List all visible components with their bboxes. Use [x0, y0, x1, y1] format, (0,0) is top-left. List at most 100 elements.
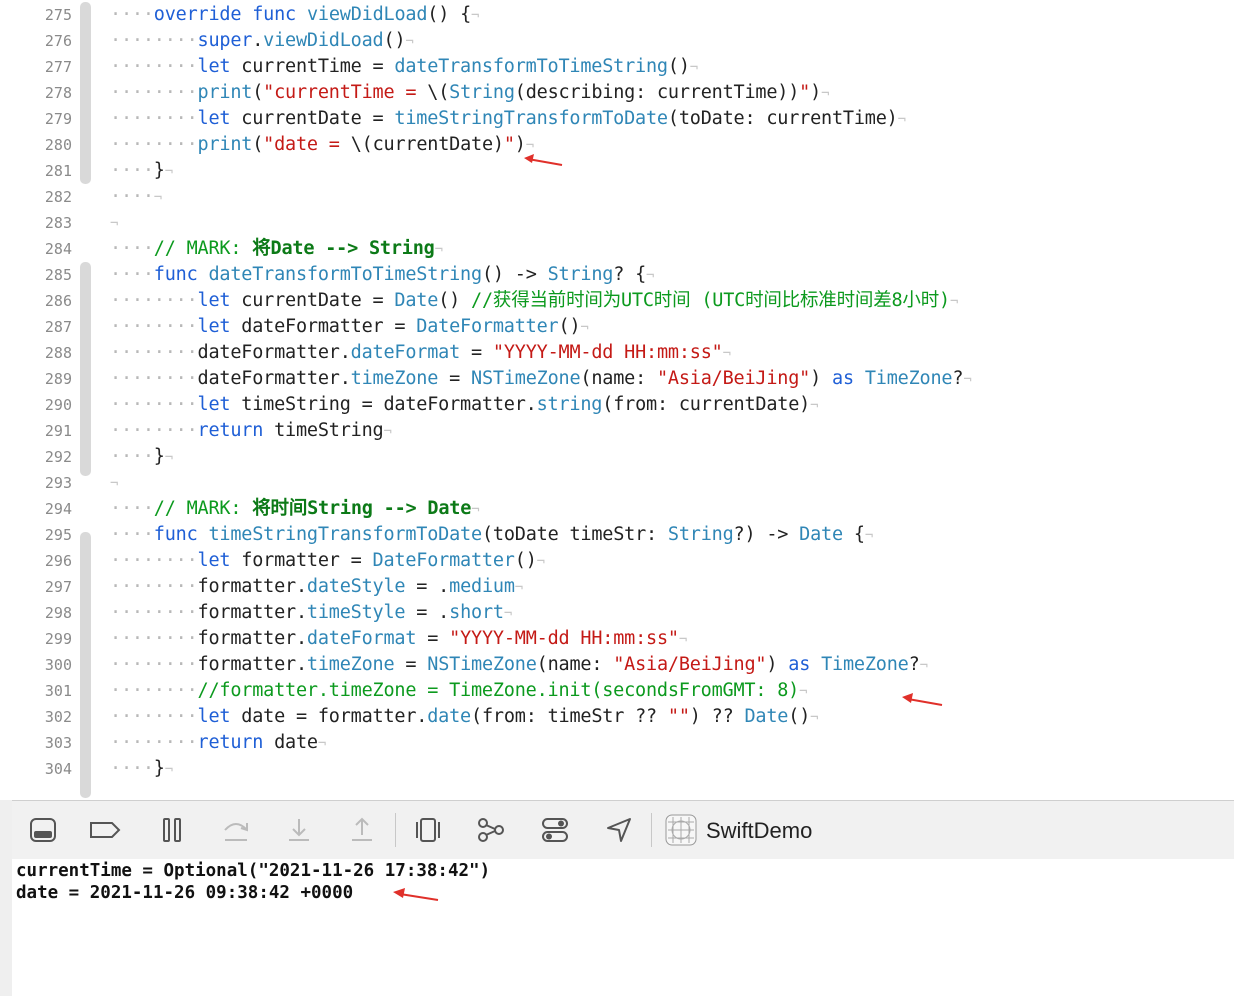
code-token: "date =	[263, 134, 351, 155]
line-number: 286	[44, 292, 72, 310]
code-token: ········	[110, 30, 198, 51]
code-token: ········	[110, 680, 198, 701]
code-token: String	[667, 524, 734, 545]
code-line[interactable]: 302 ········let date = formatter.date(fro…	[0, 704, 1234, 730]
code-token: ········	[110, 654, 198, 675]
code-line[interactable]: 286 ········let currentDate = Date() //获得…	[0, 288, 1234, 314]
annotation-arrow	[393, 888, 439, 901]
code-line[interactable]: 281 ····}¬	[0, 158, 1234, 184]
code-text: ····¬	[110, 184, 162, 211]
code-token: currentTime =	[230, 56, 395, 77]
code-line[interactable]: 287 ········let dateFormatter = DateForma…	[0, 314, 1234, 340]
code-line[interactable]: 299 ········formatter.dateFormat = "YYYY-…	[0, 626, 1234, 652]
code-line[interactable]: 290 ········let timeString = dateFormatte…	[0, 392, 1234, 418]
code-token: = .	[405, 576, 450, 597]
code-line[interactable]: 294 ····// MARK: 将时间String --> Date¬	[0, 496, 1234, 522]
code-token: ? {	[613, 264, 647, 285]
console-output[interactable]: currentTime = Optional("2021-11-26 17:38…	[12, 859, 1234, 996]
code-line[interactable]: 301 ········//formatter.timeZone = TimeZo…	[0, 678, 1234, 704]
code-token: ¬	[110, 216, 119, 232]
code-token: let	[197, 108, 231, 129]
code-editor[interactable]: 275 ····override func viewDidLoad() {¬ 276…	[0, 0, 1234, 800]
code-text: ········formatter.timeZone = NSTimeZone(…	[110, 652, 928, 679]
code-token: }	[153, 160, 165, 181]
code-token: ()	[558, 316, 581, 337]
line-number: 295	[44, 526, 72, 544]
line-number: 303	[44, 734, 72, 752]
code-token: () {	[427, 4, 472, 25]
step-out-icon[interactable]	[345, 813, 379, 847]
code-token: ¬	[678, 632, 688, 648]
environment-overrides-icon[interactable]	[538, 813, 572, 847]
code-text: ········formatter.timeStyle = .short¬	[110, 600, 512, 627]
code-token: ····	[110, 186, 154, 207]
code-token: "YYYY-MM-dd HH:mm:ss"	[449, 628, 679, 649]
code-token: )	[810, 82, 822, 103]
code-line[interactable]: 278 ········print("currentTime = \(String…	[0, 80, 1234, 106]
code-token: let	[197, 706, 231, 727]
code-line[interactable]: 289 ········dateFormatter.timeZone = NSTi…	[0, 366, 1234, 392]
code-token: timeStyle	[306, 602, 406, 623]
code-token: return	[197, 732, 264, 753]
code-token: dateStyle	[306, 576, 406, 597]
code-token: "Asia/BeiJing"	[613, 654, 767, 675]
code-token: ¬	[810, 398, 819, 414]
code-token: timeZone	[306, 654, 395, 675]
code-line[interactable]: 298 ········formatter.timeStyle = .short¬	[0, 600, 1234, 626]
code-line[interactable]: 283 ¬	[0, 210, 1234, 236]
code-text: ····func timeStringTransformToDate(toDat…	[110, 522, 873, 549]
memory-graph-icon[interactable]	[474, 813, 508, 847]
code-line[interactable]: 276 ········super.viewDidLoad()¬	[0, 28, 1234, 54]
code-token: (from: timeStr ??	[471, 706, 668, 727]
code-line[interactable]: 296 ········let formatter = DateFormatter…	[0, 548, 1234, 574]
code-line[interactable]: 282 ····¬	[0, 184, 1234, 210]
code-token: "	[503, 134, 515, 155]
code-token: (from: currentDate)	[602, 394, 811, 415]
code-token: NSTimeZone	[471, 368, 581, 389]
code-line[interactable]: 285 ····func dateTransformToTimeString() …	[0, 262, 1234, 288]
code-line[interactable]: 292 ····}¬	[0, 444, 1234, 470]
code-token: viewDidLoad	[306, 4, 428, 25]
debug-view-hierarchy-icon[interactable]	[411, 813, 445, 847]
code-line[interactable]: 280 ········print("date = \(currentDate)"…	[0, 132, 1234, 158]
code-token: (name:	[580, 368, 657, 389]
code-line[interactable]: 303 ········return date¬	[0, 730, 1234, 756]
scheme-name-label[interactable]: SwiftDemo	[706, 818, 812, 844]
pause-icon[interactable]	[155, 813, 189, 847]
code-token: ¬	[722, 346, 731, 362]
code-token: medium	[449, 576, 515, 597]
app-icon[interactable]	[664, 813, 698, 847]
code-line[interactable]: 291 ········return timeString¬	[0, 418, 1234, 444]
code-token: DateFormatter	[372, 550, 515, 571]
code-token: currentDate =	[230, 108, 395, 129]
code-line[interactable]: 275 ····override func viewDidLoad() {¬	[0, 2, 1234, 28]
hide-debug-area-icon[interactable]	[26, 813, 60, 847]
code-line[interactable]: 304 ····}¬	[0, 756, 1234, 782]
line-number: 296	[44, 552, 72, 570]
line-number: 302	[44, 708, 72, 726]
code-token: ····	[110, 446, 154, 467]
code-line[interactable]: 284 ····// MARK: 将Date --> String¬	[0, 236, 1234, 262]
breakpoints-toggle-icon[interactable]	[88, 813, 122, 847]
code-line[interactable]: 295 ····func timeStringTransformToDate(to…	[0, 522, 1234, 548]
code-token: ¬	[434, 242, 443, 258]
step-into-icon[interactable]	[282, 813, 316, 847]
code-token: dateTransformToTimeString	[394, 56, 668, 77]
code-token: timeStringTransformToDate	[394, 108, 668, 129]
code-line[interactable]: 277 ········let currentTime = dateTransfo…	[0, 54, 1234, 80]
code-token: }	[153, 758, 165, 779]
code-token: String	[547, 264, 614, 285]
code-token: formatter.	[197, 628, 308, 649]
code-line[interactable]: 293 ¬	[0, 470, 1234, 496]
code-line[interactable]: 288 ········dateFormatter.dateFormat = "Y…	[0, 340, 1234, 366]
simulate-location-icon[interactable]	[602, 813, 636, 847]
code-token: ········	[110, 342, 198, 363]
code-line[interactable]: 279 ········let currentDate = timeStringT…	[0, 106, 1234, 132]
code-line[interactable]: 300 ········formatter.timeZone = NSTimeZo…	[0, 652, 1234, 678]
code-line[interactable]: 297 ········formatter.dateStyle = .medium…	[0, 574, 1234, 600]
code-text: ········let date = formatter.date(from: …	[110, 704, 819, 731]
step-over-icon[interactable]	[219, 813, 253, 847]
code-token: ····	[110, 758, 154, 779]
line-number: 292	[44, 448, 72, 466]
